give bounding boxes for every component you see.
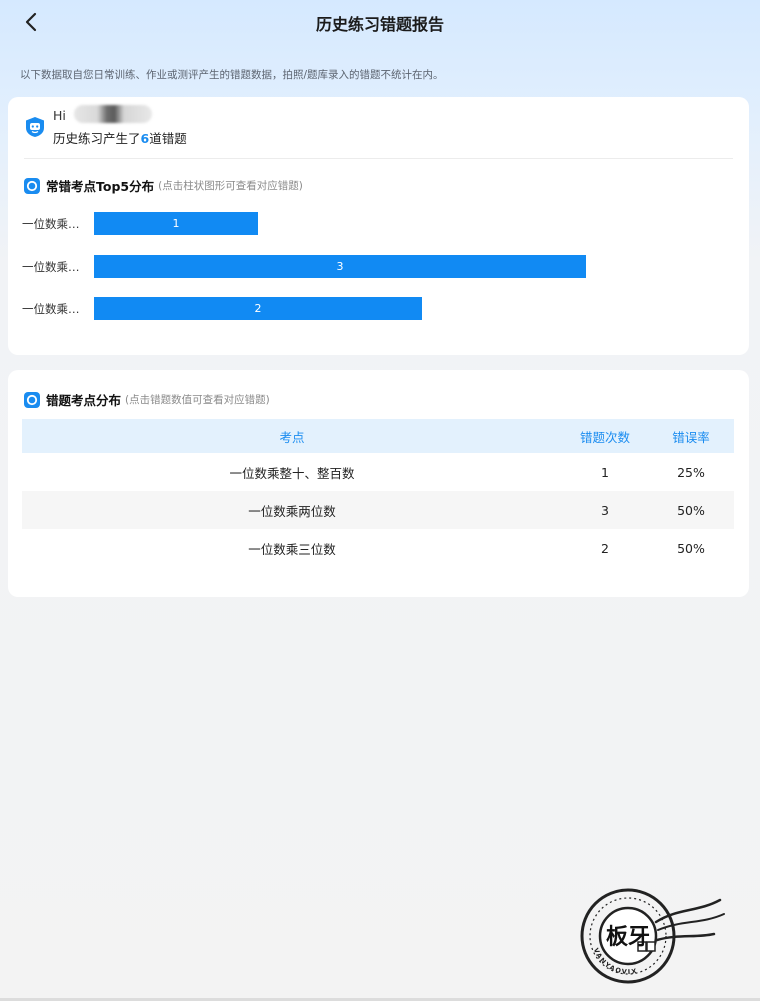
data-source-notice: 以下数据取自您日常训练、作业或测评产生的错题数据，拍照/题库录入的错题不统计在内… [20,69,444,81]
bar-category-label: 一位数乘… [22,259,80,274]
row-count[interactable]: 2 [562,541,648,556]
top5-section-header: 常错考点Top5分布 (点击柱状图形可查看对应错题) [24,176,303,195]
top-bar: 历史练习错题报告 [0,0,760,44]
distribution-card: 错题考点分布 (点击错题数值可查看对应错题) 考点 错题次数 错误率 一位数乘整… [8,370,749,597]
wrong-count-summary: 历史练习产生了6道错题 [53,131,187,146]
distribution-table: 考点 错题次数 错误率 一位数乘整十、整百数 1 25% 一位数乘两位数 3 5… [22,419,734,567]
row-topic: 一位数乘整十、整百数 [229,465,355,481]
banya-watermark-logo: 板牙 VANYAOVIX [580,888,725,984]
section-badge-icon [24,391,40,408]
bar-category-label: 一位数乘… [22,302,80,316]
app-logo-icon [26,117,44,137]
row-rate: 50% [677,502,705,518]
row-rate: 50% [677,540,705,556]
column-header-count: 错题次数 [579,429,630,445]
page-title: 历史练习错题报告 [315,15,444,34]
row-count[interactable]: 1 [562,465,648,480]
wrong-count-value: 6 [140,131,150,146]
chart-bar[interactable]: 3 [94,254,586,278]
watermark-text: 板牙 [606,925,650,950]
chart-bar[interactable]: 2 [94,297,422,320]
top5-hint: (点击柱状图形可查看对应错题) [158,180,303,192]
chart-bar[interactable]: 1 [94,212,258,235]
row-rate: 25% [677,464,705,480]
distribution-section-header: 错题考点分布 (点击错题数值可查看对应错题) [24,390,270,409]
bar-value-label: 3 [336,259,344,273]
bar-category-label: 一位数乘… [22,217,80,231]
table-row[interactable]: 一位数乘整十、整百数 1 25% [22,453,734,491]
table-row[interactable]: 一位数乘三位数 2 50% [22,529,734,567]
column-header-topic: 考点 [279,429,305,445]
row-topic: 一位数乘三位数 [248,541,336,557]
column-header-rate: 错误率 [672,429,710,445]
greeting: Hi [53,108,66,123]
bar-value-label: 2 [254,302,262,315]
bar-value-label: 1 [172,217,180,230]
table-header: 考点 错题次数 错误率 [22,419,734,453]
distribution-hint: (点击错题数值可查看对应错题) [125,394,270,406]
top5-card: Hi 历史练习产生了6道错题 常错考点Top5分布 (点击柱状图形可查看对应错题… [8,97,749,355]
section-badge-icon [24,177,40,194]
table-row[interactable]: 一位数乘两位数 3 50% [22,491,734,529]
row-count[interactable]: 3 [562,503,648,518]
row-topic: 一位数乘两位数 [248,503,336,519]
username-redacted [74,105,152,123]
distribution-title: 错题考点分布 [46,393,122,408]
top5-title: 常错考点Top5分布 [46,179,155,194]
top5-bar-chart: 一位数乘… 1 一位数乘… 3 一位数乘… 2 [8,207,749,327]
divider [24,158,733,159]
